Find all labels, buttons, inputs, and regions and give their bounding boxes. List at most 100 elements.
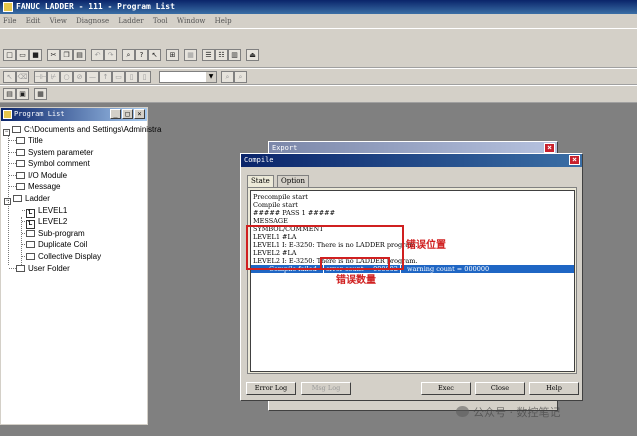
view-list-icon[interactable]: ☰	[202, 49, 215, 61]
help-icon[interactable]: ?	[135, 49, 148, 61]
program-list-icon[interactable]: ▤	[3, 88, 16, 100]
address-search-icon[interactable]: ⌕	[234, 71, 247, 83]
program-list-title: Program List	[14, 110, 65, 118]
tree-item-symbol-comment[interactable]: Symbol comment	[16, 158, 90, 169]
menu-edit[interactable]: Edit	[26, 17, 41, 25]
close-icon[interactable]: ×	[569, 155, 580, 165]
compile-log[interactable]: Precompile start Compile start ##### PAS…	[250, 190, 575, 372]
tree-item-user-folder[interactable]: User Folder	[16, 263, 70, 274]
net-delete-icon[interactable]: ▯	[138, 71, 151, 83]
program-list-title-bar: Program List _ □ ×	[1, 108, 147, 121]
contact-nc-icon[interactable]: ⊬	[47, 71, 60, 83]
collapse-icon[interactable]: −	[3, 129, 10, 136]
menu-file[interactable]: File	[3, 17, 16, 25]
folder-icon	[13, 195, 22, 202]
horizontal-line-icon[interactable]: —	[86, 71, 99, 83]
log-line: Compile start	[253, 201, 298, 209]
zoom-icon[interactable]: ⊞	[166, 49, 179, 61]
new-file-icon[interactable]: □	[3, 49, 16, 61]
folder-icon	[26, 230, 35, 237]
tree-item-level1[interactable]: L LEVEL1	[26, 205, 67, 218]
exec-button[interactable]: Exec	[421, 382, 471, 395]
vertical-line-icon[interactable]: ↑	[99, 71, 112, 83]
error-count-highlight	[320, 257, 390, 270]
open-folder-icon[interactable]: ▭	[16, 49, 29, 61]
copy-icon[interactable]: ❐	[60, 49, 73, 61]
collapse-icon[interactable]: −	[4, 198, 11, 205]
print-icon[interactable]: ▦	[34, 88, 47, 100]
tab-option[interactable]: Option	[277, 175, 309, 187]
minimize-icon[interactable]: _	[110, 109, 121, 119]
document-icon	[16, 149, 25, 156]
toolbar-ladder: ↖ ⌫ ⊣⊢ ⊬ ○ ⊘ — ↑ ▭ ▯ ▯ ⌕ ⌕	[0, 68, 637, 85]
wechat-watermark: 公众号 · 数控笔记	[456, 404, 561, 420]
toolbar-mode: ▤ ▣ ▦	[0, 85, 637, 103]
error-log-button[interactable]: Error Log	[246, 382, 296, 395]
menu-tool[interactable]: Tool	[153, 17, 168, 25]
select-arrow-icon[interactable]: ↖	[3, 71, 16, 83]
tree-item-level2[interactable]: L LEVEL2	[26, 216, 67, 229]
window-tile-icon[interactable]: ▦	[184, 49, 197, 61]
export-title: Export	[272, 144, 298, 152]
document-icon	[16, 160, 25, 167]
menu-help[interactable]: Help	[215, 17, 232, 25]
app-title: FANUC LADDER - 111 - Program List	[16, 2, 175, 11]
close-icon[interactable]: ×	[544, 143, 555, 153]
menu-view[interactable]: View	[50, 17, 67, 25]
menu-ladder[interactable]: Ladder	[118, 17, 143, 25]
close-icon[interactable]: ×	[134, 109, 145, 119]
save-icon[interactable]: ■	[29, 49, 42, 61]
tree-item-title[interactable]: Title	[16, 135, 43, 146]
tree-item-sub-program[interactable]: Sub-program	[26, 228, 85, 239]
maximize-icon[interactable]: □	[122, 109, 133, 119]
log-line: ##### PASS 1 #####	[253, 209, 336, 217]
instruction-search-icon[interactable]: ⌕	[221, 71, 234, 83]
state-panel: Precompile start Compile start ##### PAS…	[247, 187, 577, 374]
undo-icon[interactable]: ↶	[91, 49, 104, 61]
document-icon	[26, 241, 35, 248]
tree-item-collective-display[interactable]: Collective Display	[26, 251, 101, 262]
title-view-icon[interactable]: ▣	[16, 88, 29, 100]
coil-negated-icon[interactable]: ⊘	[73, 71, 86, 83]
fanuc-app-icon	[3, 110, 12, 119]
program-list-window: Program List _ □ × − C:\Documents and Set…	[0, 107, 161, 425]
contact-no-icon[interactable]: ⊣⊢	[34, 71, 47, 83]
error-count-label: 错误数量	[336, 275, 376, 286]
tree-root[interactable]: − C:\Documents and Settings\Administra	[3, 124, 161, 136]
redo-icon[interactable]: ↷	[104, 49, 117, 61]
folder-icon	[12, 126, 21, 133]
tree-item-ladder[interactable]: − Ladder	[4, 193, 50, 205]
help-button[interactable]: Help	[529, 382, 579, 395]
coil-icon[interactable]: ○	[60, 71, 73, 83]
context-help-icon[interactable]: ↖	[148, 49, 161, 61]
cut-icon[interactable]: ✂	[47, 49, 60, 61]
menu-bar: File Edit View Diagnose Ladder Tool Wind…	[0, 14, 637, 28]
tree-item-duplicate-coil[interactable]: Duplicate Coil	[26, 239, 87, 250]
tree-item-io-module[interactable]: I/O Module	[16, 170, 67, 181]
online-icon[interactable]: ⏏	[246, 49, 259, 61]
function-select-dropdown[interactable]	[159, 71, 217, 83]
net-insert-icon[interactable]: ▯	[125, 71, 138, 83]
menu-window[interactable]: Window	[177, 17, 206, 25]
fanuc-app-icon	[3, 2, 13, 12]
tree-item-message[interactable]: Message	[16, 181, 60, 192]
paste-icon[interactable]: ▤	[73, 49, 86, 61]
view-detail-icon[interactable]: ☷	[215, 49, 228, 61]
site-watermark: www.sk12.com	[28, 402, 115, 417]
warning-count: warning count = 000000	[406, 265, 490, 273]
function-block-icon[interactable]: ▭	[112, 71, 125, 83]
log-line: MESSAGE	[253, 217, 288, 225]
menu-diagnose[interactable]: Diagnose	[76, 17, 109, 25]
document-icon	[16, 137, 25, 144]
view-split-icon[interactable]: ▥	[228, 49, 241, 61]
log-line: Precompile start	[253, 193, 308, 201]
close-button[interactable]: Close	[475, 382, 525, 395]
tree-item-system-parameter[interactable]: System parameter	[16, 147, 93, 158]
msg-log-button[interactable]: Msg Log	[301, 382, 351, 395]
compile-dialog: Compile × State Option Precompile start …	[240, 153, 583, 401]
app-title-bar: FANUC LADDER - 111 - Program List	[0, 0, 637, 14]
eraser-icon[interactable]: ⌫	[16, 71, 29, 83]
wechat-icon	[456, 406, 469, 417]
folder-icon	[16, 265, 25, 272]
find-icon[interactable]: ⌕	[122, 49, 135, 61]
